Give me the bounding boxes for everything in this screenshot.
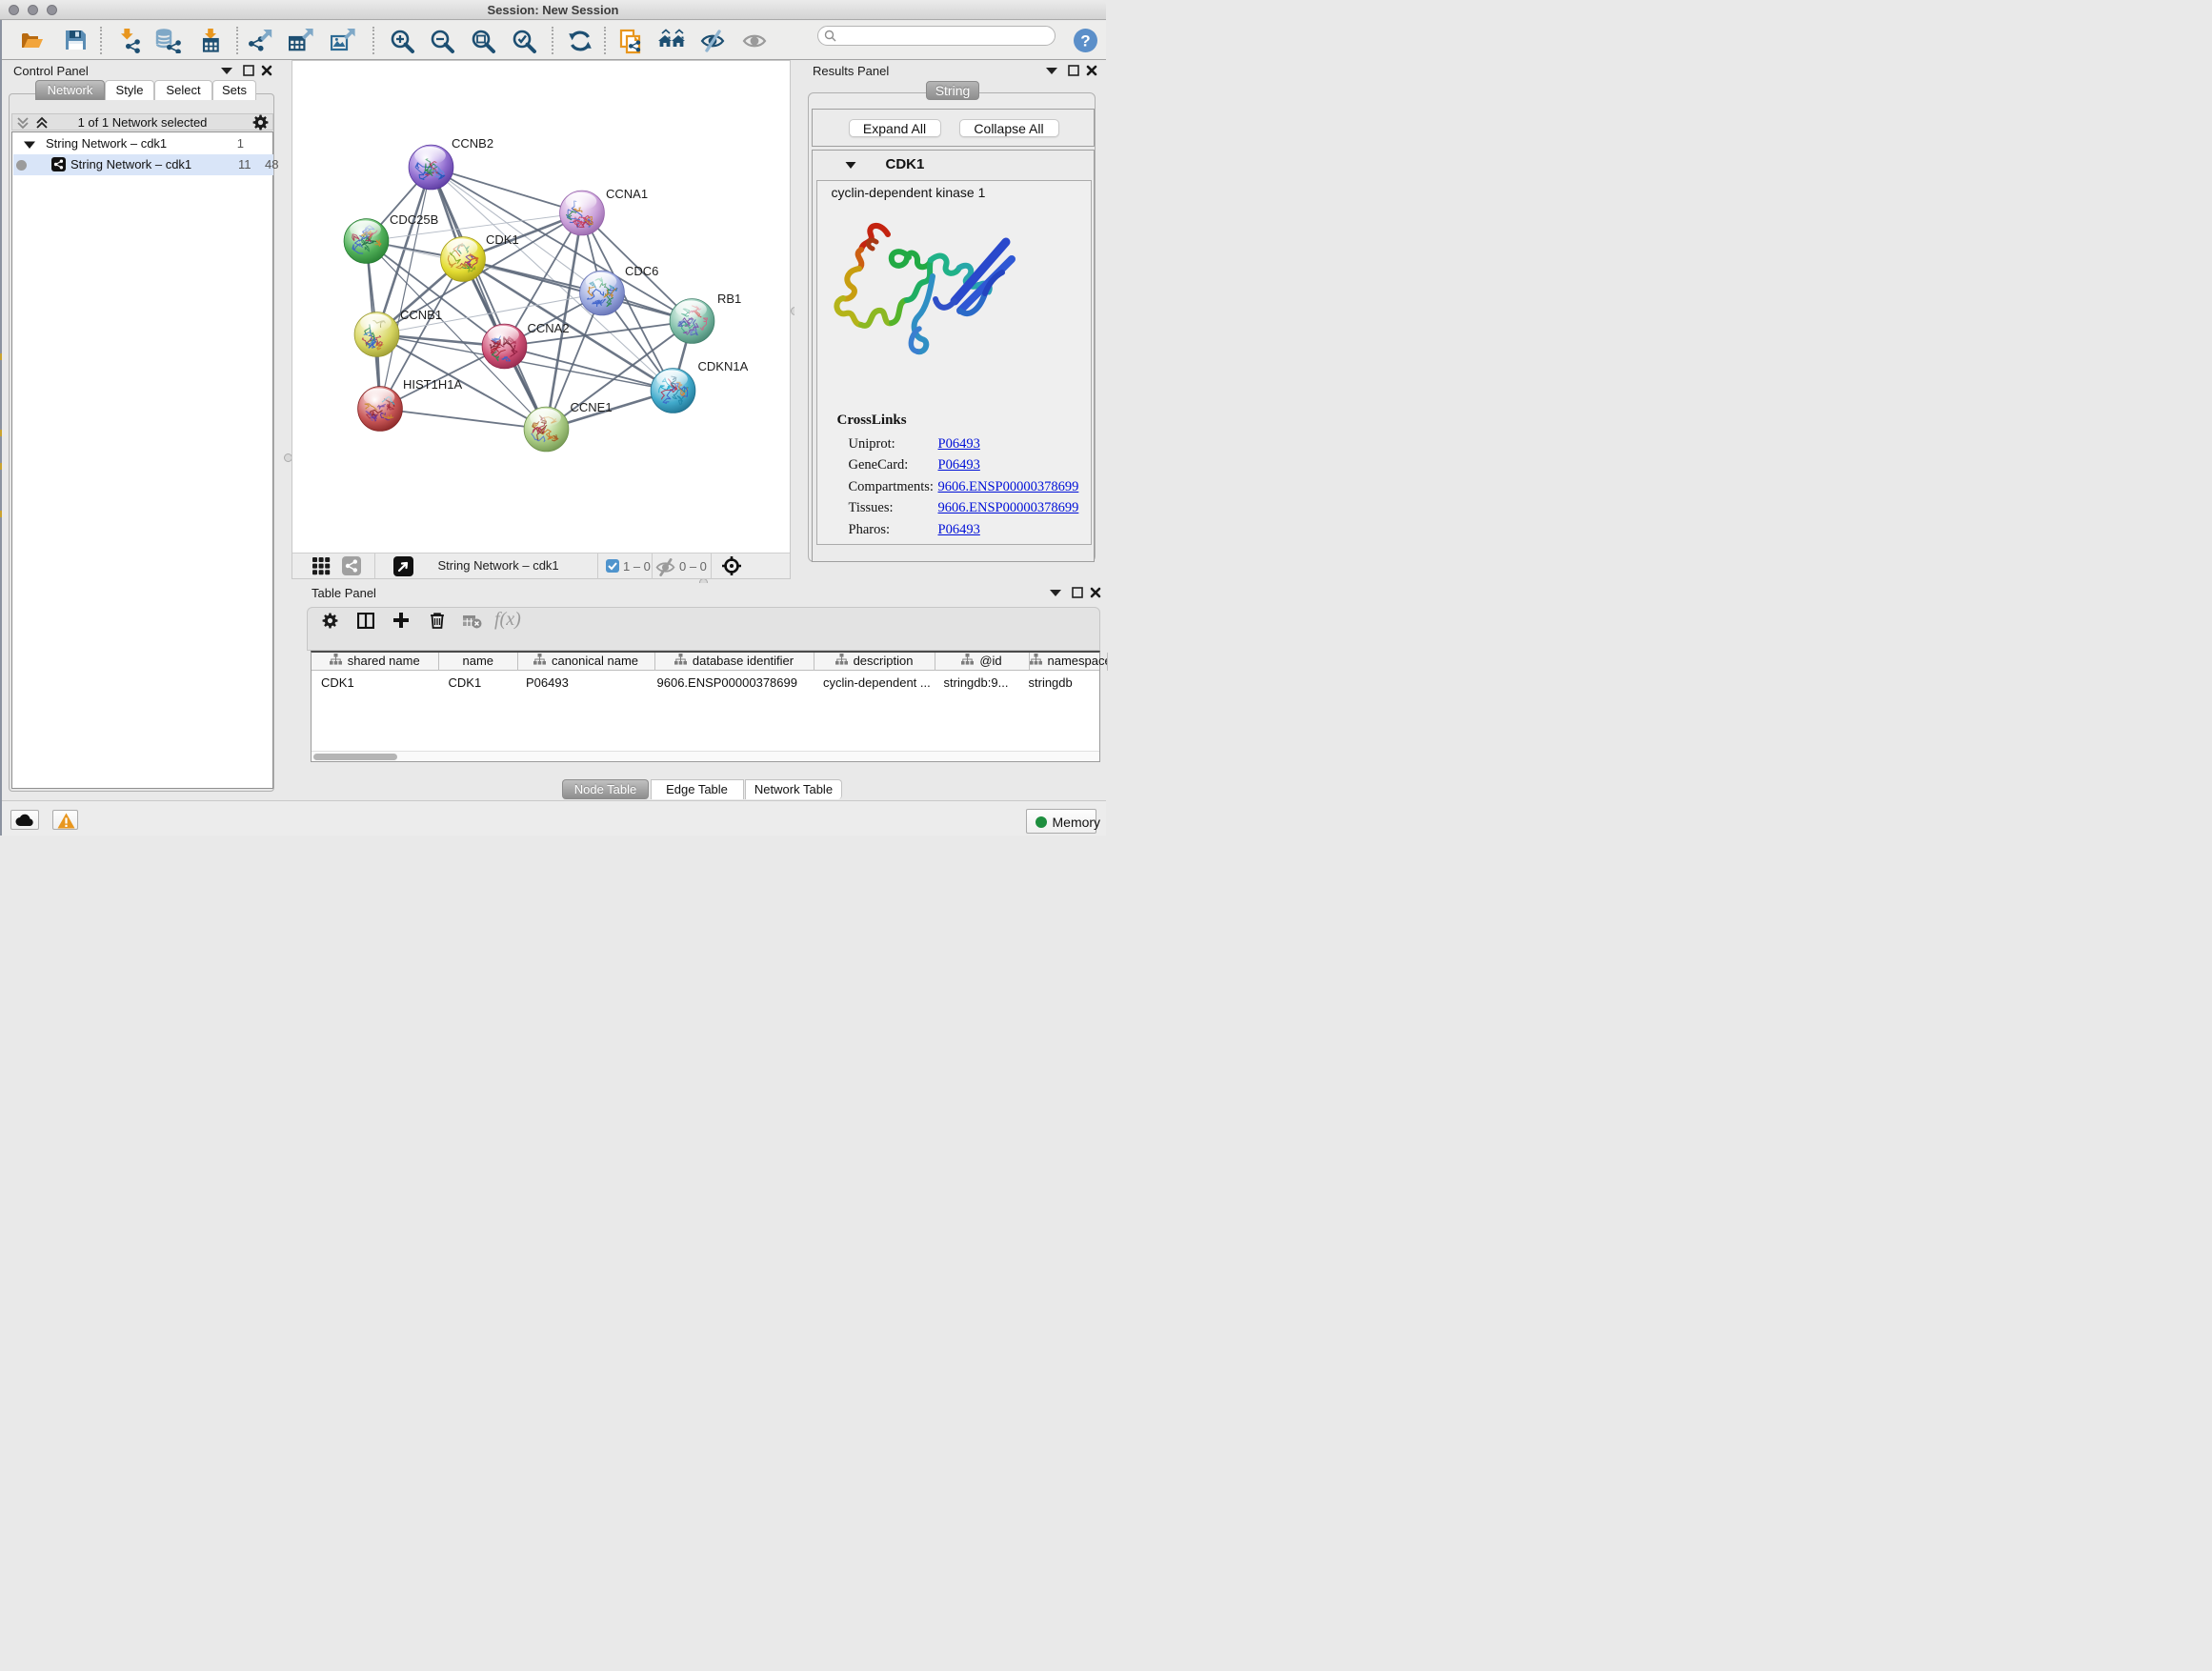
- svg-text:CCNB2: CCNB2: [452, 136, 493, 151]
- svg-text:?: ?: [1080, 32, 1090, 50]
- svg-text:CCNB1: CCNB1: [400, 308, 442, 322]
- svg-text:RB1: RB1: [717, 292, 741, 306]
- svg-text:CDKN1A: CDKN1A: [698, 359, 749, 373]
- svg-text:CCNA2: CCNA2: [528, 321, 570, 335]
- svg-text:CDK1: CDK1: [486, 232, 519, 247]
- svg-text:CCNE1: CCNE1: [571, 400, 613, 414]
- svg-text:CCNA1: CCNA1: [606, 187, 648, 201]
- svg-text:CDC6: CDC6: [625, 264, 658, 278]
- svg-text:HIST1H1A: HIST1H1A: [403, 377, 462, 392]
- svg-text:CDC25B: CDC25B: [390, 212, 438, 227]
